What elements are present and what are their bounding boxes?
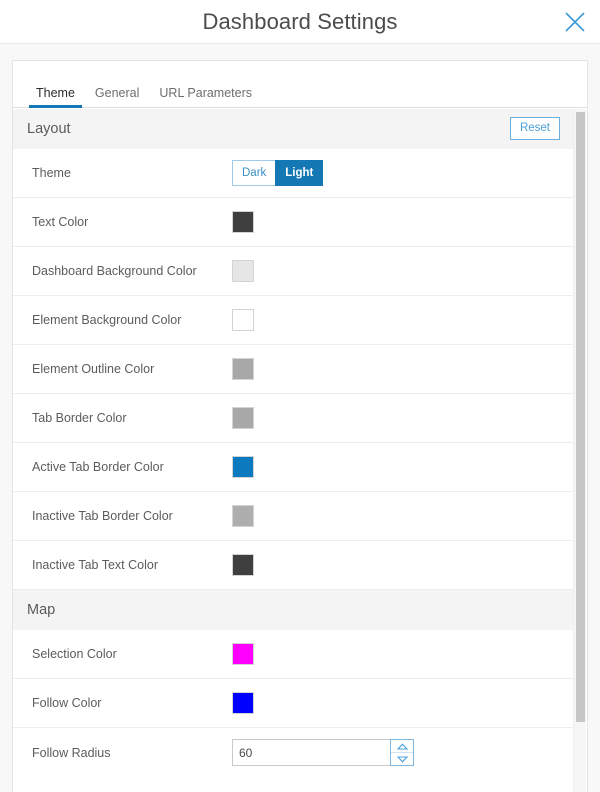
color-swatch-follow-color[interactable] — [232, 692, 254, 714]
setting-label-active-tab-border-color: Active Tab Border Color — [32, 460, 232, 474]
setting-control-element-outline-color — [232, 358, 561, 380]
tab-url-parameters[interactable]: URL Parameters — [149, 87, 262, 108]
theme-toggle-light[interactable]: Light — [275, 160, 323, 186]
section-header-map: Map — [13, 590, 573, 630]
setting-label-text-color: Text Color — [32, 215, 232, 229]
setting-control-tab-border-color — [232, 407, 561, 429]
color-swatch-active-tab-border-color[interactable] — [232, 456, 254, 478]
setting-control-text-color — [232, 211, 561, 233]
setting-row-selection-color: Selection Color — [13, 630, 573, 679]
setting-control-active-tab-border-color — [232, 456, 561, 478]
setting-label-element-outline-color: Element Outline Color — [32, 362, 232, 376]
section-header-layout: Layout Reset — [13, 109, 573, 149]
setting-label-follow-radius: Follow Radius — [32, 746, 232, 760]
setting-label-dashboard-background-color: Dashboard Background Color — [32, 264, 232, 278]
setting-control-inactive-tab-border-color — [232, 505, 561, 527]
follow-radius-number-field — [232, 739, 414, 766]
follow-radius-spinner — [390, 739, 414, 766]
setting-label-inactive-tab-border-color: Inactive Tab Border Color — [32, 509, 232, 523]
setting-row-theme: Theme Dark Light — [13, 149, 573, 198]
settings-card: Theme General URL Parameters Layout Rese… — [12, 60, 588, 792]
tab-url-parameters-label: URL Parameters — [159, 86, 252, 100]
setting-control-inactive-tab-text-color — [232, 554, 561, 576]
tab-general-label: General — [95, 86, 139, 100]
triangle-up-icon[interactable] — [391, 740, 413, 752]
setting-row-dashboard-background-color: Dashboard Background Color — [13, 247, 573, 296]
dashboard-settings-dialog: Dashboard Settings Theme General URL Par… — [0, 0, 600, 792]
setting-control-follow-radius — [232, 739, 561, 766]
setting-control-selection-color — [232, 643, 561, 665]
setting-label-follow-color: Follow Color — [32, 696, 232, 710]
setting-row-element-background-color: Element Background Color — [13, 296, 573, 345]
vertical-scrollbar-track[interactable] — [573, 109, 586, 792]
tab-theme[interactable]: Theme — [26, 87, 85, 108]
color-swatch-inactive-tab-text-color[interactable] — [232, 554, 254, 576]
dialog-titlebar: Dashboard Settings — [0, 0, 600, 44]
color-swatch-tab-border-color[interactable] — [232, 407, 254, 429]
triangle-down-icon[interactable] — [391, 752, 413, 765]
setting-row-follow-color: Follow Color — [13, 679, 573, 728]
section-title-map: Map — [27, 602, 55, 618]
settings-list: Layout Reset Theme Dark Light — [13, 109, 573, 777]
color-swatch-dashboard-background-color[interactable] — [232, 260, 254, 282]
setting-row-tab-border-color: Tab Border Color — [13, 394, 573, 443]
follow-radius-input[interactable] — [232, 739, 390, 766]
tab-theme-label: Theme — [36, 86, 75, 100]
tab-general[interactable]: General — [85, 87, 149, 108]
setting-label-selection-color: Selection Color — [32, 647, 232, 661]
setting-row-element-outline-color: Element Outline Color — [13, 345, 573, 394]
page-title: Dashboard Settings — [0, 0, 600, 44]
setting-label-element-background-color: Element Background Color — [32, 313, 232, 327]
setting-control-theme: Dark Light — [232, 160, 561, 186]
theme-toggle-dark[interactable]: Dark — [232, 160, 276, 186]
setting-control-follow-color — [232, 692, 561, 714]
reset-button[interactable]: Reset — [510, 117, 560, 140]
setting-row-inactive-tab-border-color: Inactive Tab Border Color — [13, 492, 573, 541]
setting-control-dashboard-background-color — [232, 260, 561, 282]
setting-label-inactive-tab-text-color: Inactive Tab Text Color — [32, 558, 232, 572]
setting-row-inactive-tab-text-color: Inactive Tab Text Color — [13, 541, 573, 590]
setting-row-active-tab-border-color: Active Tab Border Color — [13, 443, 573, 492]
setting-row-follow-radius: Follow Radius — [13, 728, 573, 777]
close-icon[interactable] — [558, 5, 592, 39]
setting-control-element-background-color — [232, 309, 561, 331]
section-title-layout: Layout — [27, 121, 71, 137]
setting-label-theme: Theme — [32, 166, 232, 180]
color-swatch-element-outline-color[interactable] — [232, 358, 254, 380]
color-swatch-element-background-color[interactable] — [232, 309, 254, 331]
settings-scroll-area: Layout Reset Theme Dark Light — [13, 109, 587, 792]
theme-toggle-group: Dark Light — [232, 160, 323, 186]
color-swatch-text-color[interactable] — [232, 211, 254, 233]
setting-label-tab-border-color: Tab Border Color — [32, 411, 232, 425]
vertical-scrollbar-thumb[interactable] — [576, 112, 585, 722]
color-swatch-selection-color[interactable] — [232, 643, 254, 665]
color-swatch-inactive-tab-border-color[interactable] — [232, 505, 254, 527]
tab-bar: Theme General URL Parameters — [13, 78, 587, 108]
setting-row-text-color: Text Color — [13, 198, 573, 247]
dialog-body: Theme General URL Parameters Layout Rese… — [0, 44, 600, 792]
